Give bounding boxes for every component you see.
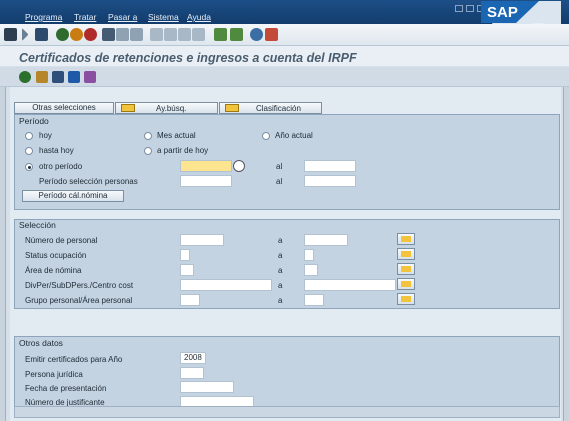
- label-emitir-certificados: Emitir certificados para Año: [25, 355, 123, 364]
- grupo-personal-to[interactable]: [304, 294, 324, 306]
- label-ano-actual: Año actual: [275, 131, 313, 140]
- standard-toolbar: [0, 24, 569, 46]
- label-hasta-hoy: hasta hoy: [39, 146, 74, 155]
- radio-a-partir-de-hoy[interactable]: [144, 147, 152, 155]
- new-session-icon[interactable]: [214, 28, 227, 41]
- menu-sistema[interactable]: Sistema: [148, 12, 179, 22]
- area-nomina-to[interactable]: [304, 264, 318, 276]
- other-selections-button[interactable]: Otras selecciones: [14, 102, 114, 114]
- label-otro-periodo: otro período: [39, 162, 83, 171]
- person-period-from-field[interactable]: [180, 175, 232, 187]
- enter-icon[interactable]: [4, 28, 17, 41]
- menu-programa[interactable]: Programa: [25, 12, 62, 22]
- label-persona-juridica: Persona jurídica: [25, 370, 83, 379]
- multiple-selection-icon[interactable]: [397, 263, 415, 275]
- multiple-selection-icon[interactable]: [397, 293, 415, 305]
- grupo-personal-from[interactable]: [180, 294, 200, 306]
- emitir-ano-field[interactable]: 2008: [180, 352, 206, 364]
- horizontal-scrollbar[interactable]: [14, 406, 560, 418]
- seleccion-label: Selección: [19, 220, 56, 230]
- find-next-icon[interactable]: [130, 28, 143, 41]
- arrow-right-icon: [225, 104, 239, 112]
- radio-hasta-hoy[interactable]: [25, 147, 33, 155]
- first-page-icon[interactable]: [150, 28, 163, 41]
- label-a-5: a: [278, 296, 283, 305]
- label-hoy: hoy: [39, 131, 52, 140]
- left-scrollbar[interactable]: [0, 87, 6, 421]
- label-a-2: a: [278, 251, 283, 260]
- shortcut-icon[interactable]: [230, 28, 243, 41]
- menu-ayuda[interactable]: Ayuda: [187, 12, 211, 22]
- divper-from[interactable]: [180, 279, 272, 291]
- label-al-2: al: [276, 177, 283, 186]
- back-icon[interactable]: [56, 28, 69, 41]
- numero-personal-to[interactable]: [304, 234, 348, 246]
- exit-icon[interactable]: [70, 28, 83, 41]
- get-variant-icon[interactable]: [36, 71, 48, 83]
- command-field-icon[interactable]: [22, 28, 32, 41]
- multiple-selection-icon[interactable]: [397, 233, 415, 245]
- page-title: Certificados de retenciones e ingresos a…: [19, 51, 357, 65]
- find-icon[interactable]: [116, 28, 129, 41]
- periodo-label: Período: [19, 116, 49, 126]
- label-status-ocupacion: Status ocupación: [25, 251, 87, 260]
- persona-juridica-field[interactable]: [180, 367, 204, 379]
- label-periodo-seleccion-personas: Período selección personas: [39, 177, 138, 186]
- label-fecha-presentacion: Fecha de presentación: [25, 384, 107, 393]
- label-area-nomina: Área de nómina: [25, 266, 82, 275]
- fecha-presentacion-field[interactable]: [180, 381, 234, 393]
- otros-datos-label: Otros datos: [19, 338, 63, 348]
- status-ocupacion-from[interactable]: [180, 249, 190, 261]
- execute-icon[interactable]: [19, 71, 31, 83]
- arrow-right-icon: [121, 104, 135, 112]
- minimize-icon[interactable]: [455, 5, 463, 12]
- label-a-1: a: [278, 236, 283, 245]
- search-help-label: Ay.búsq.: [156, 104, 187, 113]
- period-from-field[interactable]: [180, 160, 232, 172]
- calc-nomina-button[interactable]: Período cál.nómina: [22, 190, 124, 202]
- calendar-icon[interactable]: [233, 160, 245, 172]
- label-numero-personal: Número de personal: [25, 236, 98, 245]
- numero-personal-from[interactable]: [180, 234, 224, 246]
- label-al: al: [276, 162, 283, 171]
- radio-mes-actual[interactable]: [144, 132, 152, 140]
- label-grupo-personal: Grupo personal/Área personal: [25, 296, 133, 305]
- label-mes-actual: Mes actual: [157, 131, 196, 140]
- last-page-icon[interactable]: [192, 28, 205, 41]
- person-period-to-field[interactable]: [304, 175, 356, 187]
- label-divper: DivPer/SubDPers./Centro cost: [25, 281, 134, 290]
- menu-pasar-a[interactable]: Pasar a: [108, 12, 137, 22]
- area-nomina-from[interactable]: [180, 264, 194, 276]
- restore-icon[interactable]: [466, 5, 474, 12]
- right-scrollbar[interactable]: [563, 87, 569, 421]
- period-to-field[interactable]: [304, 160, 356, 172]
- next-page-icon[interactable]: [178, 28, 191, 41]
- multiple-selection-icon[interactable]: [397, 278, 415, 290]
- search-help-button[interactable]: Ay.búsq.: [115, 102, 218, 114]
- label-a-4: a: [278, 281, 283, 290]
- status-ocupacion-to[interactable]: [304, 249, 314, 261]
- print-icon[interactable]: [102, 28, 115, 41]
- multiple-selection-icon[interactable]: [397, 248, 415, 260]
- layout-icon[interactable]: [265, 28, 278, 41]
- previous-page-icon[interactable]: [164, 28, 177, 41]
- save-variant-icon[interactable]: [52, 71, 64, 83]
- cancel-icon[interactable]: [84, 28, 97, 41]
- info-icon[interactable]: [68, 71, 80, 83]
- radio-otro-periodo[interactable]: [25, 163, 33, 171]
- radio-ano-actual[interactable]: [262, 132, 270, 140]
- label-a-partir-de-hoy: a partir de hoy: [157, 146, 209, 155]
- sort-label: Clasificación: [256, 104, 301, 113]
- sap-logo-text: SAP: [487, 4, 518, 21]
- sort-button[interactable]: Clasificación: [219, 102, 322, 114]
- label-a-3: a: [278, 266, 283, 275]
- selection-options-icon[interactable]: [84, 71, 96, 83]
- menu-tratar[interactable]: Tratar: [74, 12, 96, 22]
- help-icon[interactable]: [250, 28, 263, 41]
- radio-hoy[interactable]: [25, 132, 33, 140]
- save-icon[interactable]: [35, 28, 48, 41]
- divper-to[interactable]: [304, 279, 396, 291]
